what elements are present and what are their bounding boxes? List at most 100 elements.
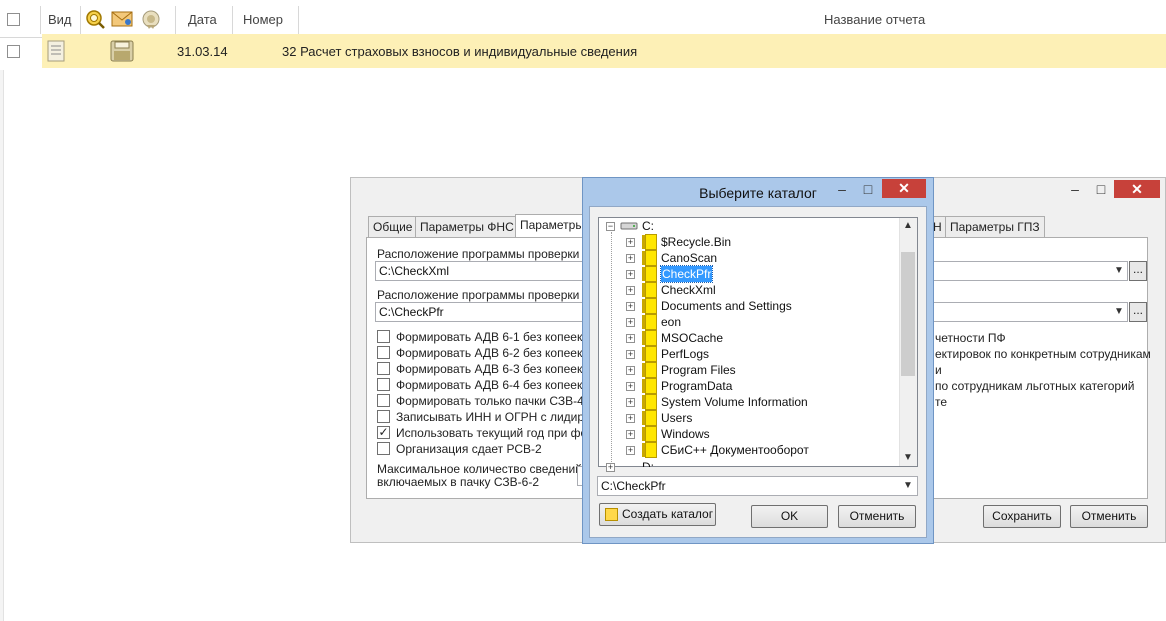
chevron-down-icon[interactable]: ▼ xyxy=(1111,262,1127,280)
adv61-checkbox[interactable] xyxy=(377,330,390,343)
maximize-button[interactable]: □ xyxy=(1088,180,1114,198)
expand-toggle[interactable]: + xyxy=(626,414,635,423)
save-button[interactable]: Сохранить xyxy=(983,505,1061,528)
adv62-checkbox[interactable] xyxy=(377,346,390,359)
rsv2-checkbox[interactable] xyxy=(377,442,390,455)
scroll-down-icon[interactable]: ▼ xyxy=(903,452,913,463)
inn-ogrn-label: Записывать ИНН и ОГРН с лидирую xyxy=(396,410,599,424)
option-text: те xyxy=(935,395,948,409)
tree-item-label[interactable]: MSOCache xyxy=(661,330,723,346)
folder-icon xyxy=(642,426,657,442)
folder-cancel-button[interactable]: Отменить xyxy=(838,505,916,528)
tab-params[interactable]: Параметры xyxy=(515,214,589,237)
search-doc-icon[interactable] xyxy=(85,9,105,29)
tab-general[interactable]: Общие xyxy=(368,216,418,237)
maximize-button[interactable]: □ xyxy=(855,180,881,198)
tree-item-label[interactable]: Program Files xyxy=(661,362,736,378)
szv41-checkbox[interactable] xyxy=(377,394,390,407)
adv62-label: Формировать АДВ 6-2 без копеек xyxy=(396,346,583,360)
folder-icon xyxy=(642,250,657,266)
adv64-checkbox[interactable] xyxy=(377,378,390,391)
expand-toggle[interactable]: + xyxy=(626,398,635,407)
minimize-button[interactable]: – xyxy=(829,180,855,198)
row-checkbox[interactable] xyxy=(7,45,20,58)
tree-root-c[interactable]: C: xyxy=(642,218,654,234)
option-text: ектировок по конкретным сотрудникам xyxy=(935,347,1151,361)
tab-gpz-params[interactable]: Параметры ГПЗ xyxy=(945,216,1045,237)
browse-checkxml-button[interactable]: ... xyxy=(1129,261,1147,281)
folder-icon xyxy=(642,362,657,378)
select-all-checkbox[interactable] xyxy=(7,13,20,26)
document-icon xyxy=(47,40,65,62)
tree-item-label[interactable]: System Volume Information xyxy=(661,394,808,410)
folder-path-field[interactable]: C:\CheckPfr xyxy=(597,476,918,496)
adv63-checkbox[interactable] xyxy=(377,362,390,375)
folder-icon xyxy=(642,378,657,394)
tree-item-label[interactable]: СБиС++ Документооборот xyxy=(661,442,809,458)
minimize-button[interactable]: – xyxy=(1062,180,1088,198)
drive-icon xyxy=(620,222,638,230)
checkxml-path-label: Расположение программы проверки фа xyxy=(377,247,600,261)
browse-checkpfr-button[interactable]: ... xyxy=(1129,302,1147,322)
rsv2-label: Организация сдает РСВ-2 xyxy=(396,442,542,456)
tree-item-label[interactable]: eon xyxy=(661,314,681,330)
folder-icon xyxy=(642,394,657,410)
column-header-report-name[interactable]: Название отчета xyxy=(824,0,925,38)
current-year-checkbox[interactable]: ✓ xyxy=(377,426,390,439)
expand-toggle[interactable]: + xyxy=(626,286,635,295)
chevron-down-icon[interactable]: ▼ xyxy=(1111,303,1127,321)
close-button[interactable]: ✕ xyxy=(1114,180,1160,198)
expand-toggle[interactable]: + xyxy=(626,446,635,455)
inn-ogrn-checkbox[interactable] xyxy=(377,410,390,423)
expand-toggle[interactable]: + xyxy=(626,318,635,327)
tree-item-label[interactable]: CheckXml xyxy=(661,282,716,298)
expand-toggle[interactable]: + xyxy=(626,302,635,311)
mail-icon[interactable] xyxy=(111,11,133,27)
checkpfr-path-label: Расположение программы проверки фа xyxy=(377,288,600,302)
expand-toggle[interactable]: + xyxy=(626,254,635,263)
column-header-date[interactable]: Дата xyxy=(188,0,217,38)
column-divider xyxy=(80,6,81,34)
expand-toggle[interactable]: + xyxy=(626,382,635,391)
chevron-down-icon[interactable]: ▼ xyxy=(900,477,916,495)
expand-toggle[interactable]: + xyxy=(626,334,635,343)
tree-item-label[interactable]: ProgramData xyxy=(661,378,732,394)
column-header-number[interactable]: Номер xyxy=(243,0,283,38)
tab-fns-params[interactable]: Параметры ФНС xyxy=(415,216,519,237)
tree-item-label[interactable]: Documents and Settings xyxy=(661,298,792,314)
column-divider xyxy=(232,6,233,34)
folder-icon xyxy=(642,330,657,346)
settings-seal-icon[interactable] xyxy=(141,9,161,29)
tree-item-label[interactable]: CanoScan xyxy=(661,250,717,266)
tree-drive-d[interactable]: D: xyxy=(642,459,654,467)
save-disk-icon xyxy=(110,40,134,62)
tree-item-label[interactable]: PerfLogs xyxy=(661,346,709,362)
scroll-thumb[interactable] xyxy=(901,252,915,376)
tree-item-label[interactable]: $Recycle.Bin xyxy=(661,234,731,250)
tree-item-label[interactable]: Windows xyxy=(661,426,710,442)
folder-icon xyxy=(642,298,657,314)
current-year-label: Использовать текущий год при форм xyxy=(396,426,603,440)
expand-toggle[interactable]: + xyxy=(626,238,635,247)
option-text: четности ПФ xyxy=(935,331,1006,345)
expand-toggle[interactable]: + xyxy=(626,366,635,375)
folder-icon xyxy=(642,234,657,250)
folder-icon xyxy=(605,508,618,521)
cancel-button[interactable]: Отменить xyxy=(1070,505,1148,528)
folder-icon xyxy=(642,314,657,330)
folder-icon xyxy=(642,266,657,282)
expand-toggle[interactable]: + xyxy=(606,463,615,472)
ok-button[interactable]: OK xyxy=(751,505,828,528)
tree-connector xyxy=(611,232,612,464)
column-divider xyxy=(298,6,299,34)
expand-toggle[interactable]: + xyxy=(626,270,635,279)
left-panel-edge xyxy=(0,70,4,621)
expand-toggle[interactable]: + xyxy=(626,430,635,439)
scroll-up-icon[interactable]: ▲ xyxy=(903,220,913,231)
close-button[interactable]: ✕ xyxy=(882,179,926,198)
column-header-view[interactable]: Вид xyxy=(48,0,72,38)
expand-toggle[interactable]: + xyxy=(626,350,635,359)
tree-item-label[interactable]: CheckPfr xyxy=(659,265,714,283)
tree-item-label[interactable]: Users xyxy=(661,410,692,426)
collapse-toggle[interactable]: − xyxy=(606,222,615,231)
